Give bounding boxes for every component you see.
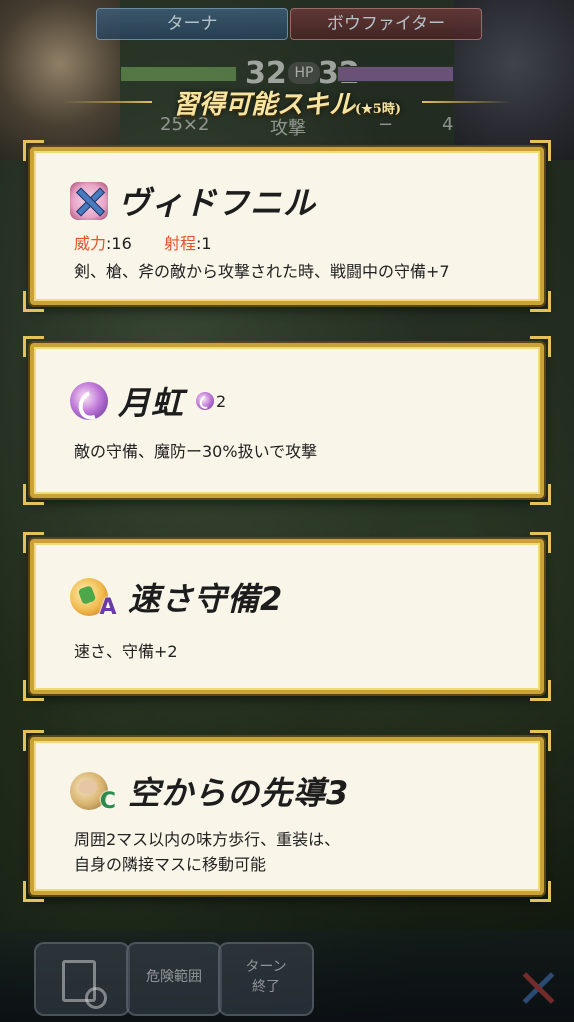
header-ornament-right (422, 101, 512, 103)
header-subtitle: (★5時) (355, 102, 402, 117)
end-turn-label-2: 終了 (252, 979, 280, 995)
passive-a-badge: A (99, 595, 117, 620)
battle-forecast-hud: ターナ ボウファイター 32 HP 32 25×2 攻撃 − 4 (0, 0, 574, 160)
card-corner (530, 532, 551, 553)
skill-title-row: ヴィドフニル (70, 177, 316, 225)
weapon-icon (70, 182, 108, 220)
header-title-text: 習得可能スキル (172, 90, 355, 120)
menu-settings-icon (62, 960, 107, 1009)
special-icon (70, 382, 108, 420)
might-label: 威力 (74, 234, 107, 253)
skill-card-passive-c[interactable]: C 空からの先導3 周囲2マス以内の味方歩行、重装は、 自身の隣接マスに移動可能 (23, 730, 551, 902)
skill-name: 速さ守備2 (128, 580, 284, 618)
passive-a-icon: A (70, 578, 117, 620)
passive-c-badge: C (99, 789, 117, 814)
card-corner (23, 680, 44, 701)
passive-c-icon: C (70, 772, 116, 814)
right-unit-name: ボウファイター (290, 8, 482, 40)
left-unit-name: ターナ (96, 8, 288, 40)
fight-swords-icon[interactable] (516, 966, 562, 1012)
card-corner (23, 291, 44, 312)
cooldown-value: 2 (216, 391, 227, 411)
danger-area-label: 危険範囲 (146, 969, 202, 985)
card-corner (530, 140, 551, 161)
bottom-toolbar: 危険範囲 ターン 終了 (0, 930, 574, 1022)
skill-description: 敵の守備、魔防ー30%扱いで攻撃 (74, 442, 318, 461)
range-value: :1 (195, 234, 212, 253)
skill-name: ヴィドフニル (118, 184, 317, 222)
skill-title-row: 月虹 2 (70, 377, 226, 425)
cooldown-icon (196, 392, 215, 410)
special-cooldown: 2 (196, 392, 226, 411)
skill-description-line-2: 自身の隣接マスに移動可能 (74, 855, 267, 874)
danger-area-button[interactable]: 危険範囲 (126, 942, 222, 1016)
range-label: 射程 (163, 234, 196, 253)
left-hp-bar (120, 66, 237, 82)
hp-label: HP (288, 62, 320, 84)
end-turn-label-1: ターン (245, 959, 287, 975)
skill-description: 剣、槍、斧の敵から攻撃された時、戦闘中の守備+7 (74, 262, 450, 281)
card-corner (530, 730, 551, 751)
skill-card-passive-a[interactable]: A 速さ守備2 速さ、守備+2 (23, 532, 551, 701)
might-value: :16 (106, 234, 132, 253)
card-corner (23, 484, 44, 505)
right-hp-bar (337, 66, 454, 82)
skill-description-line-1: 周囲2マス以内の味方歩行、重装は、 (74, 830, 341, 849)
skill-name: 空からの先導3 (128, 774, 350, 812)
card-corner (23, 881, 44, 902)
card-corner (530, 336, 551, 357)
skill-card-special[interactable]: 月虹 2 敵の守備、魔防ー30%扱いで攻撃 (23, 336, 551, 505)
skill-card-weapon[interactable]: ヴィドフニル 威力:16 射程:1 剣、槍、斧の敵から攻撃された時、戦闘中の守備… (23, 140, 551, 312)
skill-title-row: C 空からの先導3 (70, 767, 349, 815)
weapon-stats: 威力:16 射程:1 (74, 231, 212, 256)
skill-name: 月虹 (118, 384, 185, 422)
learnable-skills-header: 習得可能スキル(★5時) (40, 82, 534, 122)
skill-description: 速さ、守備+2 (74, 642, 178, 661)
end-turn-button[interactable]: ターン 終了 (218, 942, 314, 1016)
skill-title-row: A 速さ守備2 (70, 573, 283, 621)
menu-button[interactable] (34, 942, 130, 1016)
